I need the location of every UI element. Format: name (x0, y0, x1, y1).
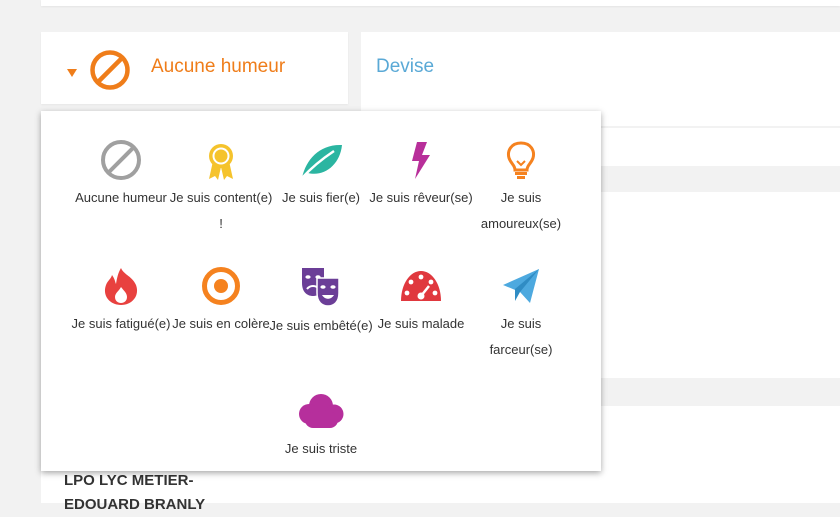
mood-option-embete[interactable]: Je suis embêté(e) (269, 265, 373, 339)
mood-option-fatigue[interactable]: Je suis fatigué(e) (69, 265, 173, 337)
cloud-icon (299, 394, 344, 428)
mood-selector[interactable]: Aucune humeur (41, 32, 348, 104)
mood-label: Je suis triste (284, 441, 358, 456)
ribbon-medal-icon (209, 144, 233, 180)
theater-masks-icon (302, 268, 340, 307)
flame-icon (104, 268, 138, 305)
mood-option-reveur[interactable]: Je suis rêveur(se) (369, 139, 473, 211)
mood-label: Aucune humeur (75, 190, 167, 205)
caret-down-icon[interactable] (67, 69, 77, 77)
target-icon (202, 267, 240, 305)
no-mood-icon (90, 50, 130, 90)
school-name: LPO LYC METIER-EDOUARD BRANLY (64, 472, 206, 513)
leaf-icon (301, 144, 342, 179)
mood-label: Je suis rêveur(se) (369, 190, 473, 205)
mood-option-content[interactable]: Je suis content(e) ! (169, 139, 273, 237)
gauge-icon (401, 271, 441, 301)
lightbulb-icon (507, 141, 535, 179)
mood-option-amoureux[interactable]: Je suis amoureux(se) (469, 139, 573, 237)
mood-option-farceur[interactable]: Je suis farceur(se) (469, 265, 573, 363)
mood-option-none[interactable]: Aucune humeur (69, 139, 173, 211)
devise-title: Devise (376, 56, 435, 77)
mood-label: Je suis en colère (172, 316, 270, 331)
mood-option-fier[interactable]: Je suis fier(e) (269, 139, 373, 211)
mood-option-malade[interactable]: Je suis malade (369, 265, 473, 337)
mood-label: Je suis embêté(e) (269, 318, 373, 333)
mood-label: Je suis content(e) ! (169, 190, 273, 231)
mood-label: Je suis amoureux(se) (480, 190, 562, 231)
top-card (41, 0, 840, 6)
lightning-icon (412, 142, 430, 179)
mood-option-colere[interactable]: Je suis en colère (169, 265, 273, 337)
no-mood-icon (101, 140, 141, 180)
paper-plane-icon (503, 269, 539, 303)
mood-label: Je suis fier(e) (281, 190, 361, 205)
mood-option-triste[interactable]: Je suis triste (269, 390, 373, 462)
selected-mood-label: Aucune humeur (151, 56, 286, 77)
mood-dropdown-panel: Aucune humeur Je suis content(e) ! Je su… (41, 111, 601, 471)
mood-label: Je suis fatigué(e) (71, 316, 171, 331)
mood-label: Je suis farceur(se) (489, 316, 553, 357)
mood-label: Je suis malade (377, 316, 465, 331)
